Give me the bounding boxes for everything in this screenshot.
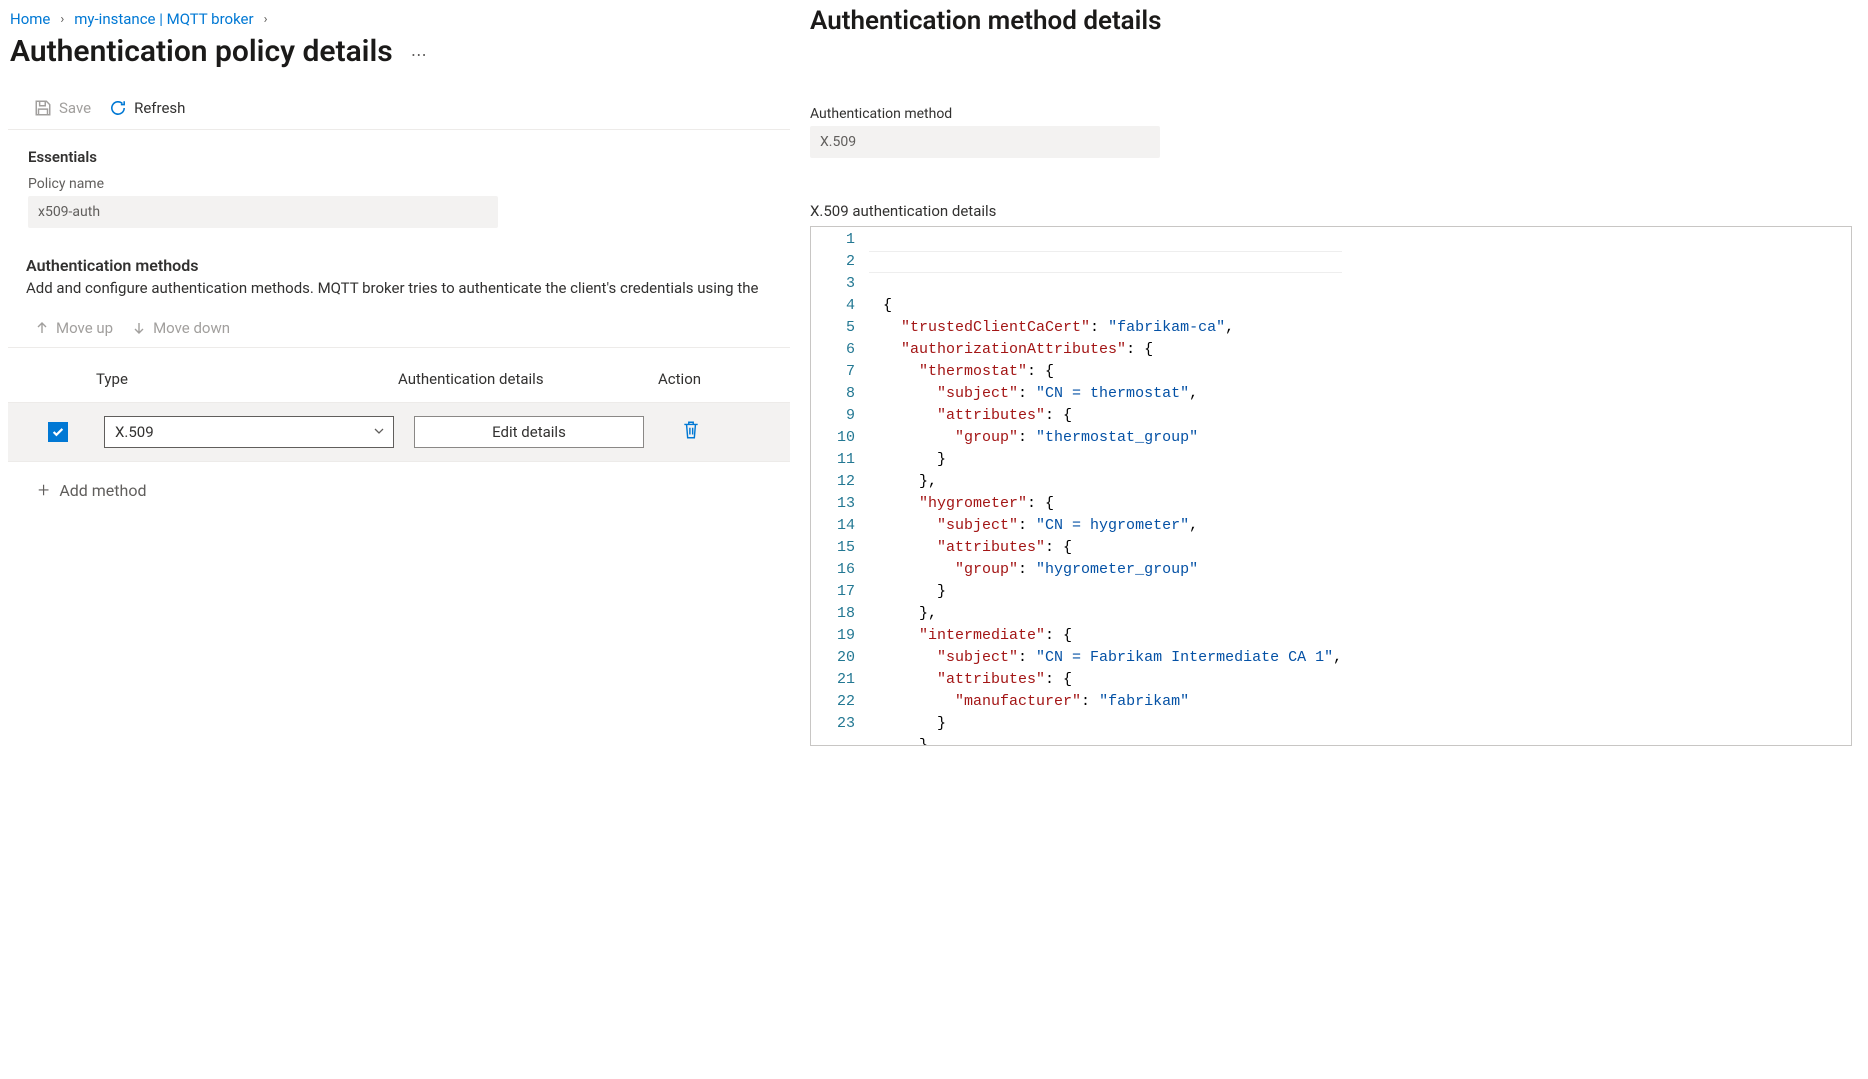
edit-details-button[interactable]: Edit details (414, 416, 644, 448)
current-line-highlight (869, 251, 1342, 273)
breadcrumb: Home › my-instance | MQTT broker › (8, 8, 790, 34)
plus-icon: + (38, 478, 49, 502)
toolbar: Save Refresh (8, 89, 790, 130)
policy-name-label: Policy name (8, 176, 790, 196)
auth-method-label: Authentication method (810, 66, 1852, 126)
methods-description: Add and configure authentication methods… (8, 277, 790, 315)
methods-table-header: Type Authentication details Action (8, 348, 790, 402)
refresh-button[interactable]: Refresh (109, 99, 185, 117)
page-title-row: Authentication policy details ⋯ (8, 34, 790, 89)
methods-heading: Authentication methods (8, 228, 790, 277)
auth-method-value: X.509 (810, 126, 1160, 158)
essentials-heading: Essentials (8, 130, 790, 176)
auth-details-label: X.509 authentication details (810, 158, 1852, 226)
json-editor[interactable]: 1234567891011121314151617181920212223 { … (810, 226, 1852, 746)
save-label: Save (59, 99, 91, 117)
row-checkbox[interactable] (48, 422, 68, 442)
type-select[interactable]: X.509 (104, 416, 394, 448)
move-down-button[interactable]: Move down (131, 319, 230, 337)
line-gutter: 1234567891011121314151617181920212223 (811, 227, 869, 745)
add-method-button[interactable]: + Add method (8, 462, 790, 502)
delete-button[interactable] (682, 420, 700, 444)
table-row: X.509 Edit details (8, 402, 790, 462)
policy-name-value: x509-auth (28, 196, 498, 228)
check-icon (51, 425, 65, 439)
save-icon (34, 99, 52, 117)
column-type: Type (88, 370, 398, 388)
breadcrumb-instance[interactable]: my-instance | MQTT broker (74, 10, 253, 28)
add-method-label: Add method (59, 481, 146, 500)
move-up-label: Move up (56, 319, 113, 337)
chevron-right-icon: › (60, 12, 64, 27)
right-pane: Authentication method details Authentica… (790, 0, 1868, 1079)
arrow-up-icon (34, 320, 50, 336)
more-actions-button[interactable]: ⋯ (411, 39, 428, 64)
arrow-down-icon (131, 320, 147, 336)
chevron-right-icon: › (264, 12, 268, 27)
move-down-label: Move down (153, 319, 230, 337)
code-content[interactable]: { "trustedClientCaCert": "fabrikam-ca", … (869, 227, 1342, 745)
details-pane-title: Authentication method details (810, 0, 1852, 66)
page-title: Authentication policy details (10, 34, 393, 69)
type-select-value: X.509 (115, 423, 154, 441)
chevron-down-icon (373, 423, 385, 441)
left-pane: Home › my-instance | MQTT broker › Authe… (0, 0, 790, 1079)
move-up-button[interactable]: Move up (34, 319, 113, 337)
save-button[interactable]: Save (34, 99, 91, 117)
refresh-label: Refresh (134, 99, 185, 117)
move-toolbar: Move up Move down (8, 315, 790, 348)
trash-icon (682, 420, 700, 440)
breadcrumb-home[interactable]: Home (10, 10, 50, 28)
column-auth-details: Authentication details (398, 370, 658, 388)
refresh-icon (109, 99, 127, 117)
column-action: Action (658, 370, 758, 388)
